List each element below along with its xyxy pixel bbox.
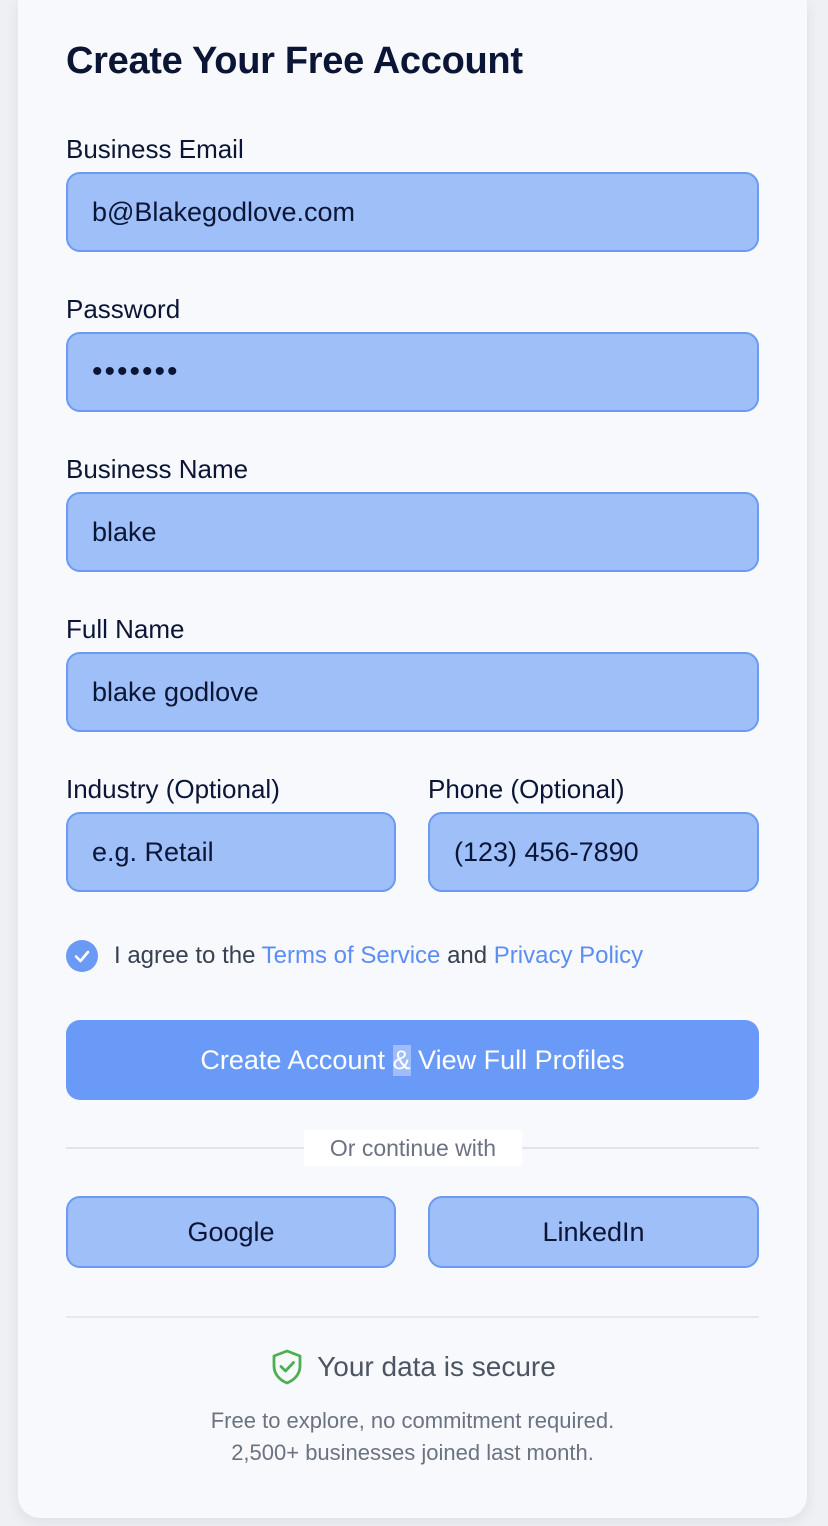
phone-field[interactable]: (123) 456-7890 [428,812,759,892]
view-profiles-label: View Full Profiles [418,1044,625,1075]
footer-note-2: 2,500+ businesses joined last month. [231,1440,594,1465]
full-name-field[interactable]: blake godlove [66,652,759,732]
secure-text: Your data is secure [317,1351,556,1382]
check-icon [74,950,90,963]
footer-note-1: Free to explore, no commitment required. [210,1408,615,1433]
divider-text: Or continue with [304,1130,522,1166]
business-name-label: Business Name [66,454,249,484]
password-label: Password [66,294,181,324]
password-field[interactable]: ••••••• [66,332,759,412]
business-email-label: Business Email [66,134,244,164]
phone-label: Phone (Optional) [428,774,625,804]
business-name-field[interactable]: blake [66,492,759,572]
page-title: Create Your Free Account [66,40,523,82]
full-name-label: Full Name [66,614,185,644]
agree-and: and [447,942,488,969]
signup-card: Create Your Free Account Business Email … [18,0,807,1518]
agree-checkbox[interactable] [66,940,98,972]
google-button[interactable]: Google [66,1196,396,1268]
shield-check-icon [272,1349,302,1385]
privacy-link[interactable]: Privacy Policy [494,942,643,969]
business-email-field[interactable]: b@Blakegodlove.com [66,172,759,252]
terms-link[interactable]: Terms of Service [262,942,441,969]
create-account-label: Create Account [200,1044,385,1075]
agree-text: I agree to the Terms of Service and Priv… [114,940,643,972]
linkedin-button[interactable]: LinkedIn [428,1196,759,1268]
agree-prefix: I agree to the [114,942,256,969]
footer-separator [66,1316,759,1318]
secure-row: Your data is secure [18,1348,807,1386]
industry-field[interactable]: e.g. Retail [66,812,396,892]
create-account-button[interactable]: Create Account & View Full Profiles [66,1020,759,1100]
industry-label: Industry (Optional) [66,774,280,804]
ampersand-highlight: & [392,1044,411,1076]
